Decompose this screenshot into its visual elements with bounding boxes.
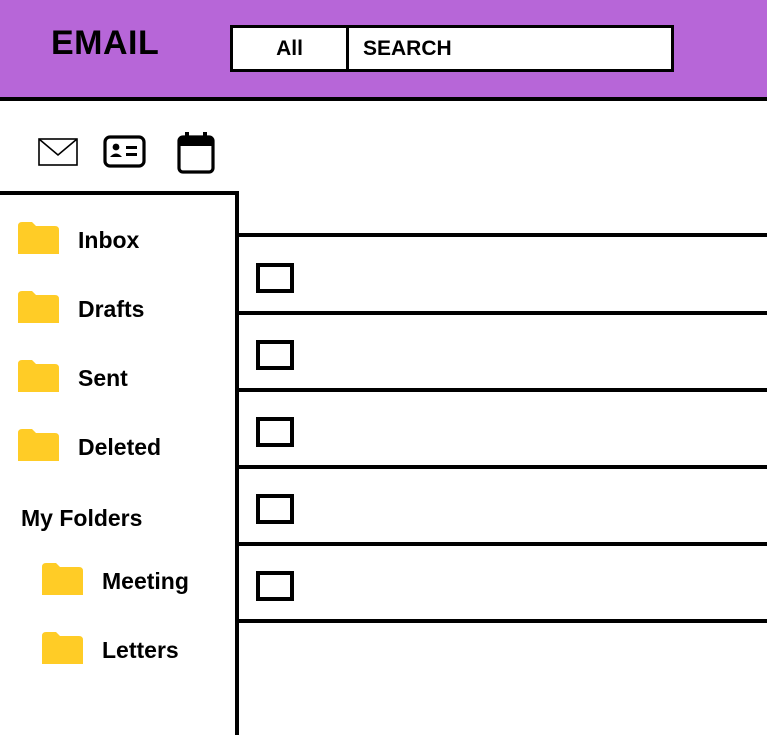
mail-icon[interactable]	[38, 138, 78, 166]
folder-sidebar: Inbox Drafts Sent Deleted My Folders Mee…	[0, 191, 239, 735]
folder-icon	[18, 360, 59, 397]
row-checkbox[interactable]	[256, 494, 294, 524]
sidebar-item-label: Deleted	[78, 434, 162, 460]
sidebar-item-letters[interactable]: Letters	[42, 632, 179, 669]
sidebar-item-drafts[interactable]: Drafts	[18, 291, 144, 328]
row-checkbox[interactable]	[256, 263, 294, 293]
my-folders-heading: My Folders	[21, 505, 143, 531]
app-header: EMAIL All	[0, 0, 767, 101]
sidebar-item-label: Inbox	[78, 227, 140, 253]
search-input[interactable]	[349, 28, 671, 69]
mail-row[interactable]	[239, 314, 767, 392]
sidebar-item-label: Drafts	[78, 296, 145, 322]
app-title: EMAIL	[51, 24, 160, 62]
row-checkbox[interactable]	[256, 340, 294, 370]
sidebar-item-sent[interactable]: Sent	[18, 360, 128, 397]
sidebar-item-label: Sent	[78, 365, 128, 391]
mail-row[interactable]	[239, 237, 767, 315]
sidebar-item-deleted[interactable]: Deleted	[18, 429, 161, 466]
calendar-icon[interactable]	[177, 132, 215, 174]
folder-icon	[42, 632, 83, 669]
filter-all-button[interactable]: All	[233, 28, 349, 69]
mail-row[interactable]	[239, 391, 767, 469]
contacts-icon[interactable]	[103, 135, 146, 168]
folder-icon	[18, 429, 59, 466]
search-bar: All	[230, 25, 674, 72]
row-checkbox[interactable]	[256, 571, 294, 601]
sidebar-item-meeting[interactable]: Meeting	[42, 563, 189, 600]
folder-icon	[42, 563, 83, 600]
folder-icon	[18, 291, 59, 328]
folder-icon	[18, 222, 59, 259]
mail-row[interactable]	[239, 468, 767, 546]
sidebar-item-label: Letters	[102, 637, 179, 663]
row-checkbox[interactable]	[256, 417, 294, 447]
mail-row[interactable]	[239, 545, 767, 623]
sidebar-item-label: Meeting	[102, 568, 189, 594]
sidebar-item-inbox[interactable]: Inbox	[18, 222, 139, 259]
